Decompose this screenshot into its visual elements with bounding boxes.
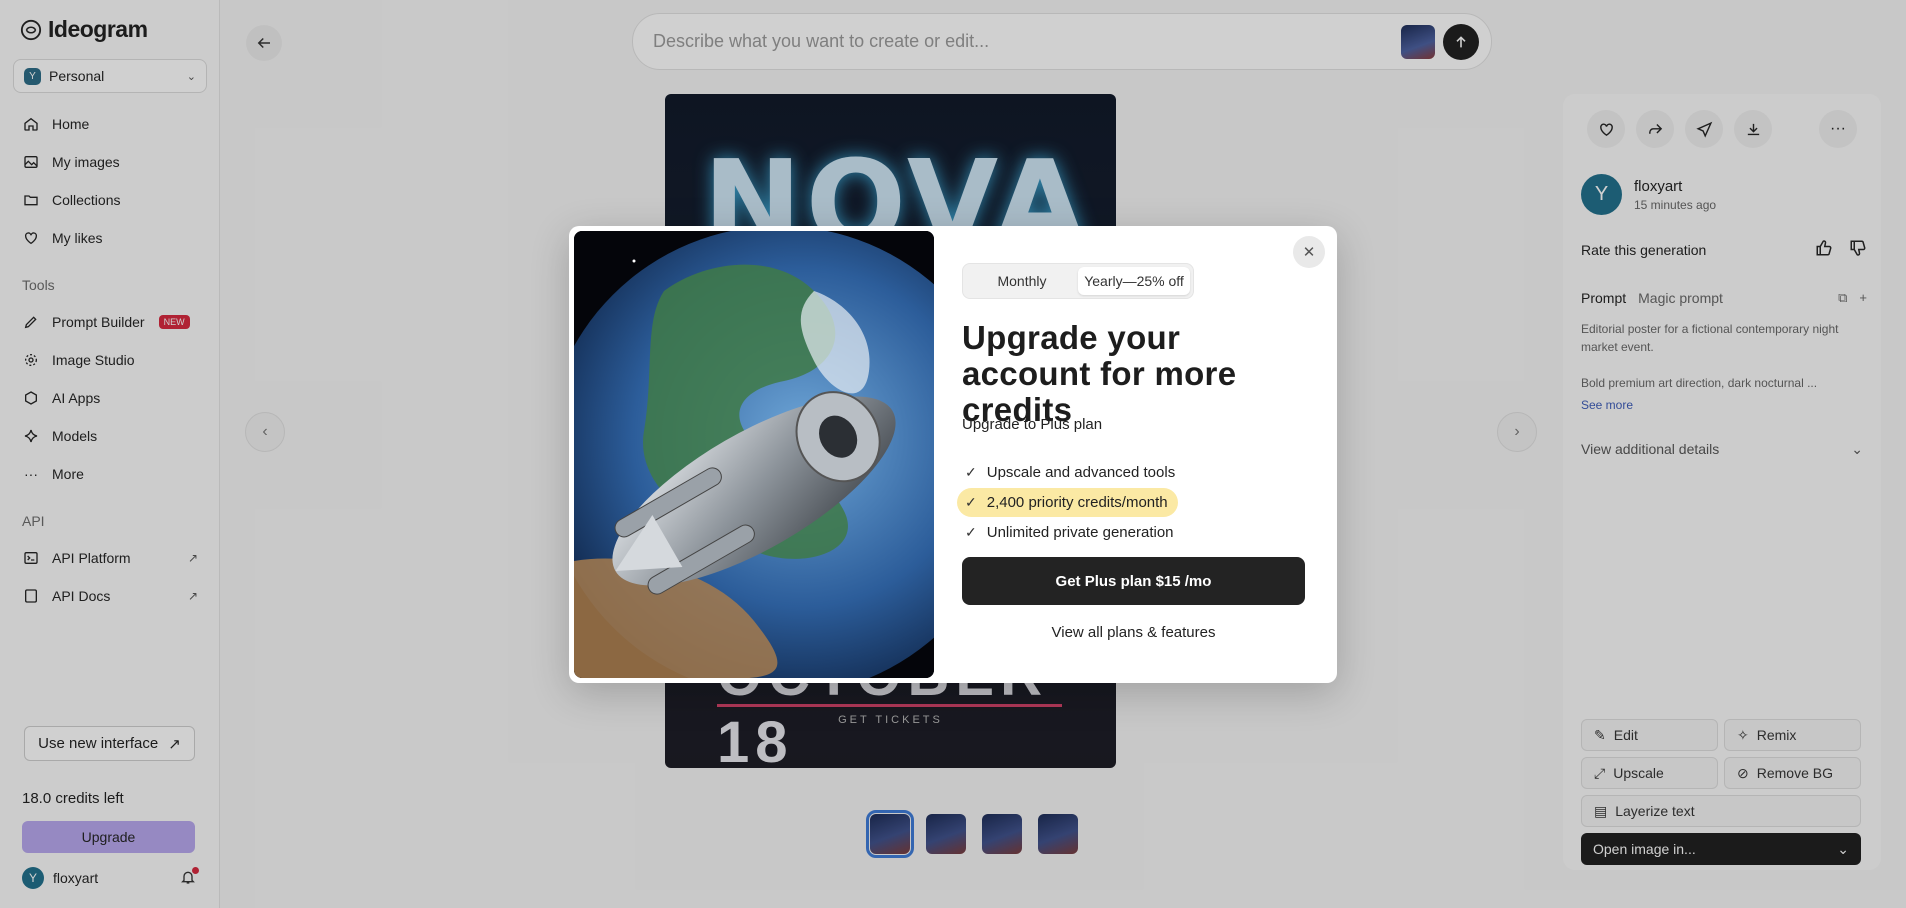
- modal-headline: Upgrade your account for more credits: [962, 319, 1237, 428]
- plan-subheading: Upgrade to Plus plan: [962, 416, 1103, 433]
- feature-text: 2,400 priority credits/month: [986, 494, 1168, 511]
- close-modal-button[interactable]: ✕: [1293, 236, 1325, 268]
- check-icon: ✓: [965, 464, 977, 480]
- view-all-plans-link[interactable]: View all plans & features: [962, 624, 1305, 641]
- get-plus-plan-button[interactable]: Get Plus plan $15 /mo: [962, 557, 1305, 605]
- billing-option-monthly[interactable]: Monthly: [966, 267, 1078, 295]
- feature-text: Unlimited private generation: [986, 524, 1174, 541]
- check-icon: ✓: [965, 524, 977, 540]
- billing-option-yearly[interactable]: Yearly—25% off: [1078, 267, 1190, 295]
- billing-period-toggle: Monthly Yearly—25% off: [962, 263, 1194, 299]
- close-icon: ✕: [1302, 244, 1316, 261]
- modal-illustration: [574, 231, 934, 678]
- check-icon: ✓: [965, 494, 977, 510]
- feature-item-highlighted: ✓ 2,400 priority credits/month: [957, 488, 1178, 517]
- planet-spaceship-illustration: [574, 231, 934, 678]
- upgrade-modal: ✕ Monthly Yearly—25% off Upgrade your ac…: [569, 226, 1337, 683]
- feature-text: Upscale and advanced tools: [986, 464, 1176, 481]
- feature-item: ✓ Unlimited private generation: [957, 518, 1184, 547]
- feature-item: ✓ Upscale and advanced tools: [957, 458, 1185, 487]
